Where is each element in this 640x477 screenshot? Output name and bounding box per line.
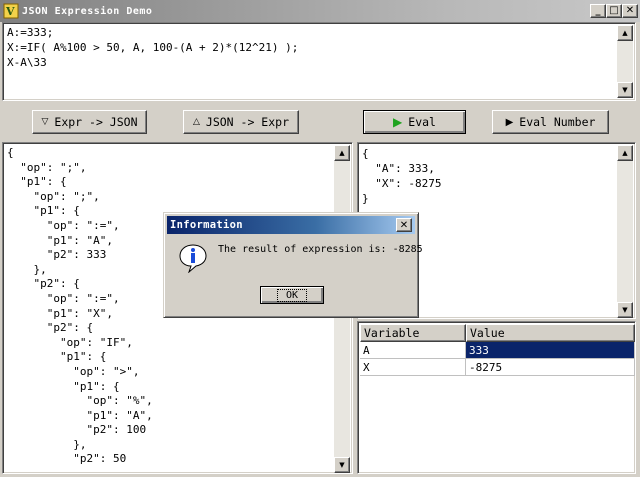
arrow-up-icon: △ [192, 117, 200, 127]
table-row[interactable]: X -8275 [360, 359, 635, 376]
scroll-down-icon[interactable]: ▼ [617, 82, 633, 98]
play-icon: ▶ [393, 115, 403, 129]
info-icon [179, 244, 207, 273]
eval-button[interactable]: ▶ Eval [363, 110, 466, 134]
cell-value: -8275 [466, 359, 635, 376]
expression-editor[interactable]: A:=333; X:=IF( A%100 > 50, A, 100-(A + 2… [2, 22, 636, 101]
information-dialog: Information ✕ The result of expression i… [163, 212, 423, 318]
cell-variable: A [360, 342, 466, 359]
scroll-up-icon[interactable]: ▲ [617, 145, 633, 161]
app-icon: V [3, 3, 19, 19]
maximize-icon: □ [609, 5, 619, 16]
expr-to-json-button[interactable]: ▽ Expr -> JSON [32, 110, 147, 134]
dialog-title-bar[interactable]: Information ✕ [167, 216, 415, 234]
cell-value-selected: 333 [466, 342, 635, 359]
eval-number-button[interactable]: ▶ Eval Number [492, 110, 609, 134]
expression-text[interactable]: A:=333; X:=IF( A%100 > 50, A, 100-(A + 2… [7, 25, 617, 70]
column-header-variable[interactable]: Variable [360, 324, 466, 342]
cell-variable: X [360, 359, 466, 376]
result-output-text[interactable]: { "A": 333, "X": -8275 } [362, 146, 441, 206]
json-output-text[interactable]: { "op": ";", "p1": { "op": ";", "p1": { … [7, 146, 153, 467]
minimize-button[interactable]: _ [590, 4, 606, 18]
close-icon: ✕ [399, 219, 409, 231]
column-header-value[interactable]: Value [466, 324, 635, 342]
title-bar: V JSON Expression Demo _ □ ✕ [0, 0, 640, 22]
play-small-icon: ▶ [505, 116, 514, 128]
table-header: Variable Value [360, 324, 635, 342]
scroll-down-icon[interactable]: ▼ [617, 302, 633, 318]
close-icon: ✕ [625, 5, 635, 16]
result-scrollbar[interactable]: ▲ ▼ [617, 145, 633, 318]
dialog-message: The result of expression is: -8285 [218, 244, 423, 255]
table-row[interactable]: A 333 [360, 342, 635, 359]
json-to-expr-button[interactable]: △ JSON -> Expr [183, 110, 299, 134]
scroll-down-icon[interactable]: ▼ [334, 457, 350, 473]
scroll-up-icon[interactable]: ▲ [617, 25, 633, 41]
svg-text:V: V [5, 5, 15, 18]
close-button[interactable]: ✕ [622, 4, 638, 18]
window-title: JSON Expression Demo [22, 5, 153, 17]
editor-scrollbar[interactable]: ▲ ▼ [617, 25, 633, 98]
dialog-close-button[interactable]: ✕ [396, 218, 412, 232]
variables-table[interactable]: Variable Value A 333 X -8275 [357, 321, 636, 474]
ok-button[interactable]: OK [260, 286, 324, 304]
scroll-up-icon[interactable]: ▲ [334, 145, 350, 161]
minimize-icon: _ [595, 5, 601, 16]
dialog-title: Information [170, 219, 243, 231]
arrow-down-icon: ▽ [41, 117, 49, 127]
maximize-button[interactable]: □ [606, 4, 622, 18]
